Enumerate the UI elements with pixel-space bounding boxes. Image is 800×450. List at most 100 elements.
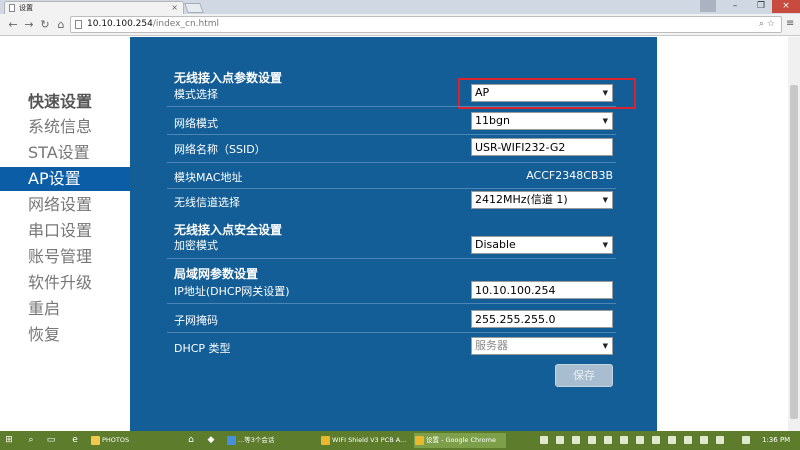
lan-section-title: 局域网参数设置	[174, 267, 259, 281]
chevron-down-icon: ▼	[602, 241, 608, 249]
encrypt-value: Disable	[475, 238, 516, 251]
mac-label: 模块MAC地址	[174, 171, 243, 184]
net-mode-label: 网络模式	[174, 117, 218, 130]
mac-value: ACCF2348CB3B	[526, 169, 613, 182]
divider	[167, 162, 616, 163]
tray-icon[interactable]	[572, 436, 580, 444]
sidebar-item-network-settings[interactable]: 网络设置	[0, 193, 130, 217]
tray-icon[interactable]	[556, 436, 564, 444]
gmail-icon[interactable]	[742, 436, 750, 444]
search-icon[interactable]: ⌕	[26, 435, 36, 445]
page-scrollbar[interactable]	[788, 37, 800, 431]
tray-icon[interactable]	[604, 436, 612, 444]
chrome-icon	[415, 436, 424, 445]
mode-label: 模式选择	[174, 88, 218, 101]
sidebar-item-account[interactable]: 账号管理	[0, 245, 130, 269]
dhcp-select: 服务器 ▼	[471, 337, 613, 355]
sidebar-item-quick-setup[interactable]: 快速设置	[0, 90, 130, 114]
sidebar-item-sta-settings[interactable]: STA设置	[0, 141, 130, 165]
mask-label: 子网掩码	[174, 314, 218, 327]
taskbar: ⊞ ⌕ ▭ e PHOTOS ⌂ ◆ ...等3个会话 WIFI Shield …	[0, 431, 800, 450]
sidebar-item-system-info[interactable]: 系统信息	[0, 115, 130, 139]
ip-input[interactable]	[471, 281, 613, 299]
save-button[interactable]: 保存	[555, 364, 613, 387]
divider	[167, 258, 616, 259]
sidebar-item-restore[interactable]: 恢复	[0, 323, 130, 347]
new-tab-button[interactable]	[184, 3, 204, 13]
channel-select[interactable]: 2412MHz(信道 1) ▼	[471, 191, 613, 209]
taskbar-item-label: PHOTOS	[102, 436, 130, 444]
url-host: 10.10.100.254	[87, 19, 153, 29]
sidebar-item-reboot[interactable]: 重启	[0, 297, 130, 321]
net-mode-select[interactable]: 11bgn ▼	[471, 112, 613, 130]
mode-highlight-box	[458, 78, 636, 109]
zoom-star-icons[interactable]: ⌕ ☆	[759, 17, 775, 32]
app-icon[interactable]: ◆	[206, 435, 216, 445]
url-path: /index_cn.html	[152, 19, 220, 29]
sidebar-item-ap-settings[interactable]: AP设置	[0, 167, 130, 191]
tray-icon[interactable]	[636, 436, 644, 444]
user-icon[interactable]	[700, 0, 716, 12]
taskbar-item-chat[interactable]: ...等3个会话	[226, 433, 316, 448]
divider	[167, 332, 616, 333]
network-icon[interactable]	[716, 436, 724, 444]
divider	[167, 106, 616, 107]
page-icon	[9, 4, 15, 12]
channel-label: 无线信道选择	[174, 196, 240, 209]
chevron-down-icon: ▼	[602, 196, 608, 204]
ip-label: IP地址(DHCP网关设置)	[174, 285, 290, 298]
tray-icon[interactable]	[540, 436, 548, 444]
back-icon[interactable]: ←	[6, 17, 20, 33]
wifi-icon[interactable]	[668, 436, 676, 444]
browser-tab[interactable]: 设置 ×	[4, 1, 184, 14]
maximize-button[interactable]: ❐	[748, 0, 774, 13]
chrome-icon	[321, 436, 330, 445]
home-icon[interactable]: ⌂	[54, 17, 68, 33]
taskbar-item-label: 设置 - Google Chrome	[426, 436, 496, 444]
tab-title: 设置	[19, 4, 33, 12]
security-section-title: 无线接入点安全设置	[174, 223, 283, 237]
taskbar-clock[interactable]: 1:36 PM	[762, 433, 790, 448]
dhcp-value: 服务器	[475, 339, 508, 352]
sidebar-item-serial-settings[interactable]: 串口设置	[0, 219, 130, 243]
reload-icon[interactable]: ↻	[38, 17, 52, 33]
divider	[167, 188, 616, 189]
taskbar-item-chrome-settings[interactable]: 设置 - Google Chrome	[414, 433, 506, 448]
store-icon[interactable]: ⌂	[186, 435, 196, 445]
taskbar-item-photos[interactable]: PHOTOS	[90, 433, 170, 448]
taskbar-item-chrome-pcb[interactable]: WIFI Shield V3 PCB A...	[320, 433, 410, 448]
scrollbar-thumb[interactable]	[790, 85, 798, 419]
volume-icon[interactable]	[684, 436, 692, 444]
forward-icon[interactable]: →	[22, 17, 36, 33]
sidebar-item-upgrade[interactable]: 软件升级	[0, 271, 130, 295]
battery-icon[interactable]	[700, 436, 708, 444]
close-window-button[interactable]: ×	[772, 0, 800, 13]
chat-icon	[227, 436, 236, 445]
encrypt-label: 加密模式	[174, 239, 218, 252]
tray-icon[interactable]	[652, 436, 660, 444]
address-bar[interactable]: 10.10.100.254/index_cn.html ⌕ ☆	[70, 16, 782, 33]
minimize-button[interactable]: –	[722, 0, 748, 13]
channel-value: 2412MHz(信道 1)	[475, 193, 568, 206]
divider	[167, 134, 616, 135]
task-view-icon[interactable]: ▭	[46, 435, 56, 445]
ssid-input[interactable]	[471, 138, 613, 156]
taskbar-item-label: WIFI Shield V3 PCB A...	[332, 436, 407, 444]
tray-icon[interactable]	[620, 436, 628, 444]
page-icon	[75, 20, 82, 29]
folder-icon	[91, 436, 100, 445]
edge-browser-icon[interactable]: e	[70, 435, 80, 445]
ap-section-title: 无线接入点参数设置	[174, 71, 283, 85]
ap-settings-panel: 无线接入点参数设置 模式选择 AP ▼ 网络模式 11bgn ▼ 网络名称（SS…	[130, 37, 657, 431]
browser-toolbar: ← → ↻ ⌂ 10.10.100.254/index_cn.html ⌕ ☆ …	[0, 14, 800, 36]
taskbar-item-label: ...等3个会话	[238, 436, 275, 444]
close-tab-icon[interactable]: ×	[171, 2, 178, 14]
tray-icon[interactable]	[588, 436, 596, 444]
encrypt-select[interactable]: Disable ▼	[471, 236, 613, 254]
chevron-down-icon: ▼	[602, 117, 608, 125]
tab-strip: 设置 × – ❐ ×	[0, 0, 800, 14]
mask-input[interactable]	[471, 310, 613, 328]
menu-icon[interactable]: ≡	[786, 19, 796, 29]
windows-start-icon[interactable]: ⊞	[4, 435, 14, 445]
chevron-down-icon: ▼	[602, 342, 608, 350]
